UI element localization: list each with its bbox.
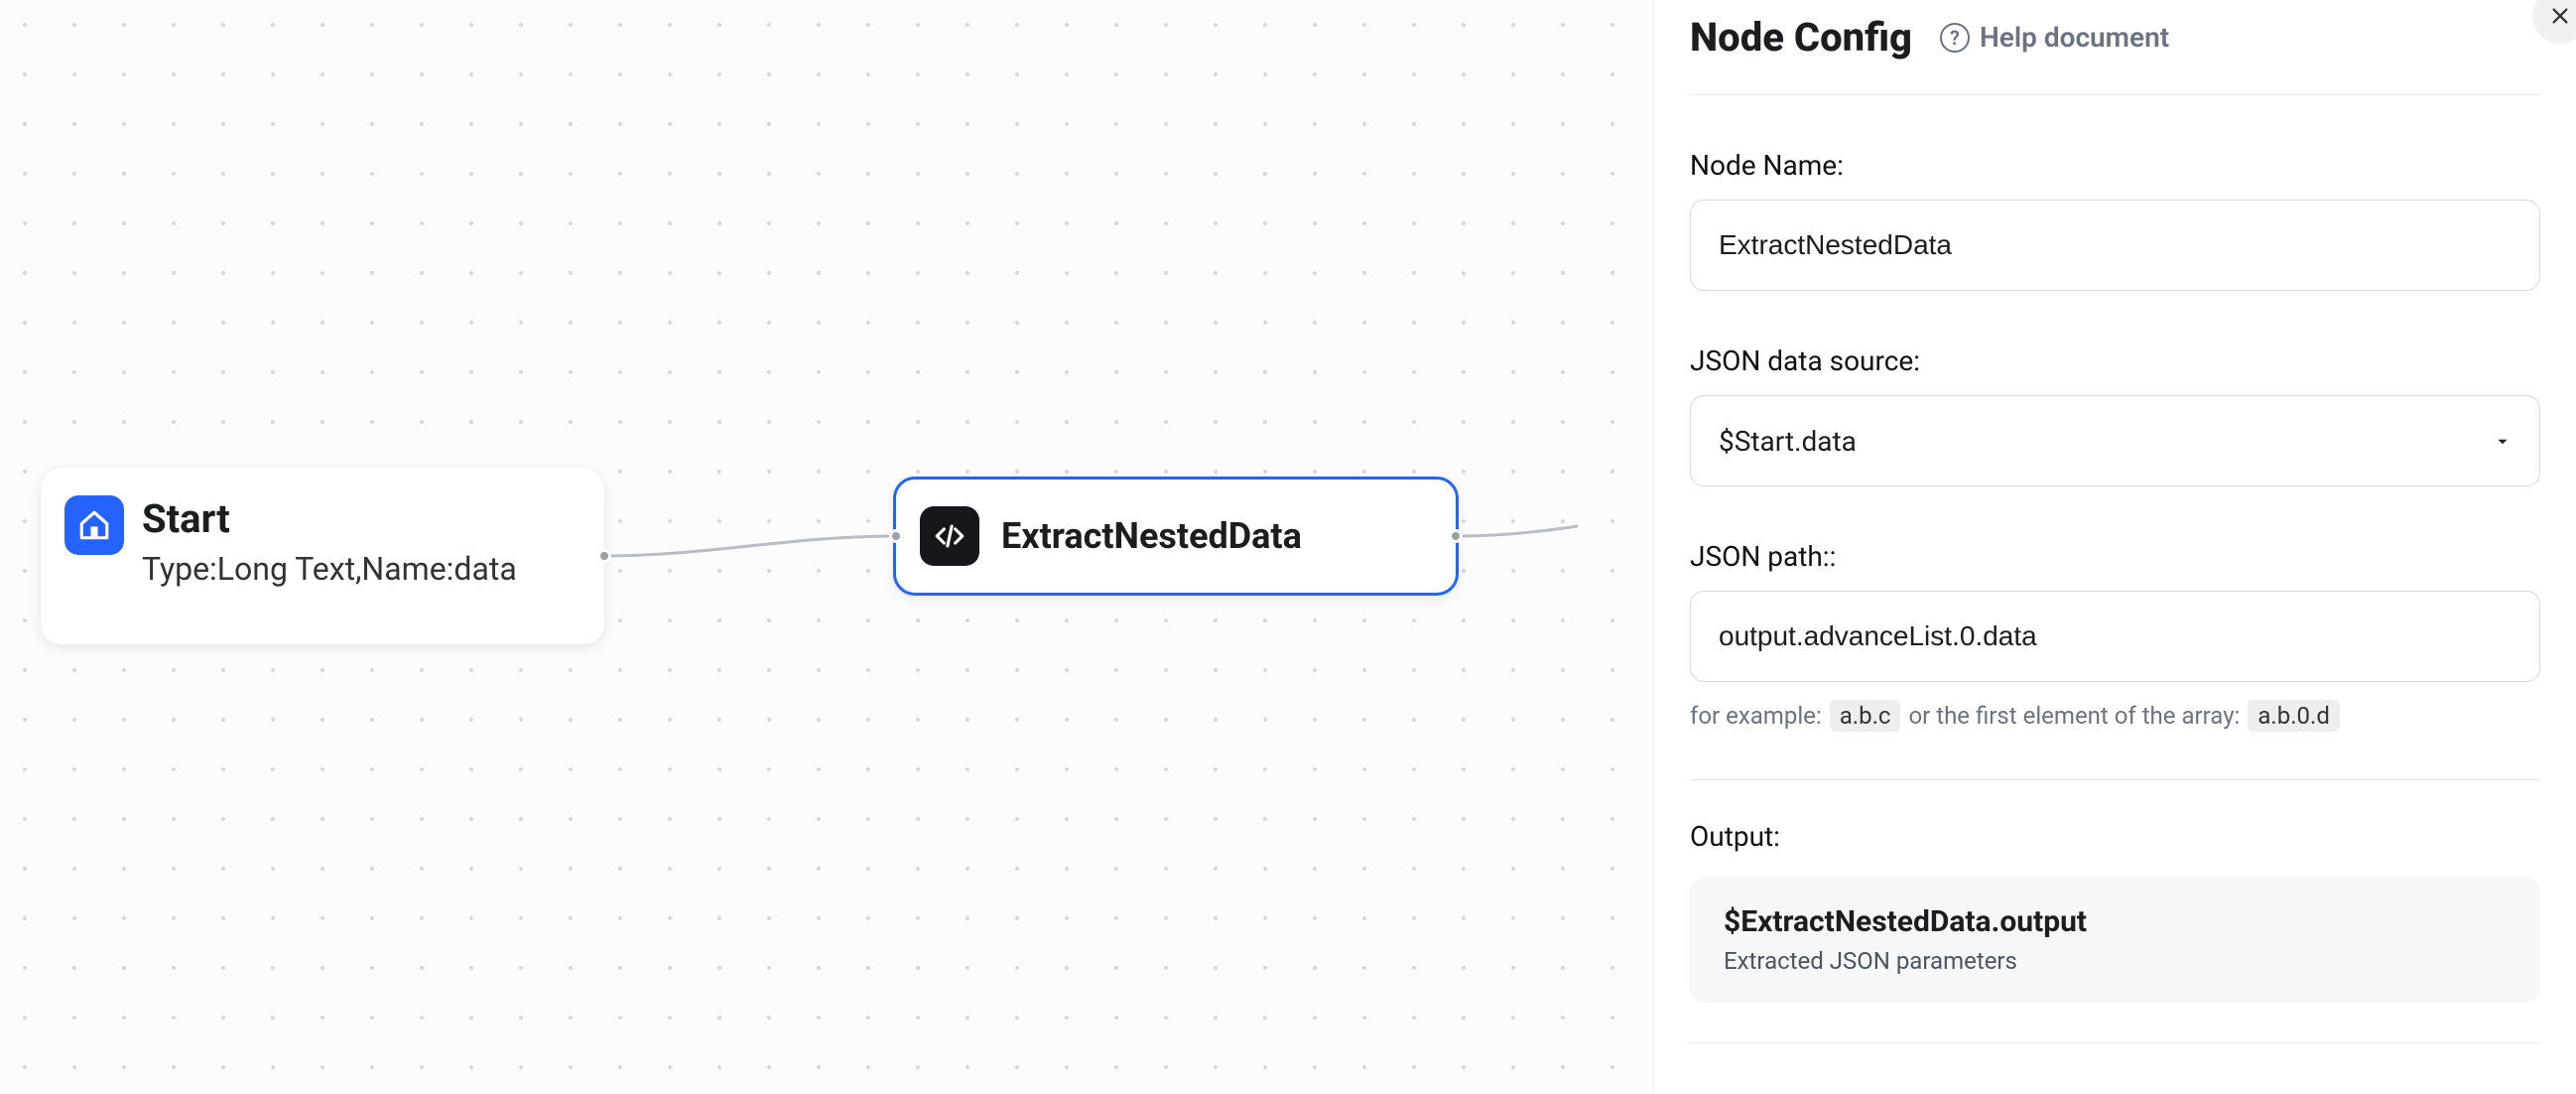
hint-example-1: a.b.c [1830, 700, 1901, 732]
edge-start-to-extract [605, 516, 893, 576]
field-json-path: JSON path:: for example: a.b.c or the fi… [1690, 540, 2540, 732]
port-extract-out[interactable] [1449, 529, 1463, 543]
hint-example-2: a.b.0.d [2248, 700, 2340, 732]
divider-2 [1690, 1042, 2540, 1043]
node-start-subtitle: Type:Long Text,Name:data [142, 550, 517, 588]
code-icon [920, 506, 979, 566]
node-start[interactable]: Start Type:Long Text,Name:data [40, 467, 605, 645]
port-extract-in[interactable] [889, 529, 903, 543]
home-icon [64, 495, 124, 555]
data-source-label: JSON data source: [1690, 344, 2540, 377]
port-start-out[interactable] [597, 549, 611, 563]
output-card: $ExtractNestedData.output Extracted JSON… [1690, 877, 2540, 1003]
divider [1690, 779, 2540, 780]
output-label: Output: [1690, 820, 2540, 853]
node-start-title: Start [142, 495, 517, 542]
help-icon: ? [1940, 23, 1970, 53]
output-description: Extracted JSON parameters [1724, 947, 2507, 975]
help-label: Help document [1980, 21, 2169, 54]
hint-prefix: for example: [1690, 702, 1822, 730]
hint-middle: or the first element of the array: [1908, 702, 2240, 730]
node-name-input[interactable] [1690, 200, 2540, 291]
data-source-value: $Start.data [1719, 425, 1857, 458]
panel-header: Node Config ? Help document [1690, 8, 2540, 95]
chevron-down-icon [2494, 425, 2512, 458]
field-node-name: Node Name: [1690, 149, 2540, 291]
close-icon [2549, 5, 2571, 27]
panel-title: Node Config [1690, 14, 1912, 61]
edge-extract-out [1459, 516, 1578, 556]
json-path-input[interactable] [1690, 591, 2540, 682]
output-variable: $ExtractNestedData.output [1724, 904, 2507, 939]
json-path-hint: for example: a.b.c or the first element … [1690, 700, 2540, 732]
data-source-select[interactable]: $Start.data [1690, 395, 2540, 486]
config-panel: Node Config ? Help document Node Name: J… [1653, 0, 2576, 1094]
node-name-label: Node Name: [1690, 149, 2540, 182]
workflow-canvas[interactable]: Start Type:Long Text,Name:data ExtractNe… [0, 0, 1653, 1094]
json-path-label: JSON path:: [1690, 540, 2540, 573]
field-output: Output: $ExtractNestedData.output Extrac… [1690, 820, 2540, 1003]
node-extract-title: ExtractNestedData [1001, 515, 1302, 557]
node-extract[interactable]: ExtractNestedData [893, 477, 1459, 596]
help-document-link[interactable]: ? Help document [1940, 21, 2169, 54]
field-data-source: JSON data source: $Start.data [1690, 344, 2540, 486]
